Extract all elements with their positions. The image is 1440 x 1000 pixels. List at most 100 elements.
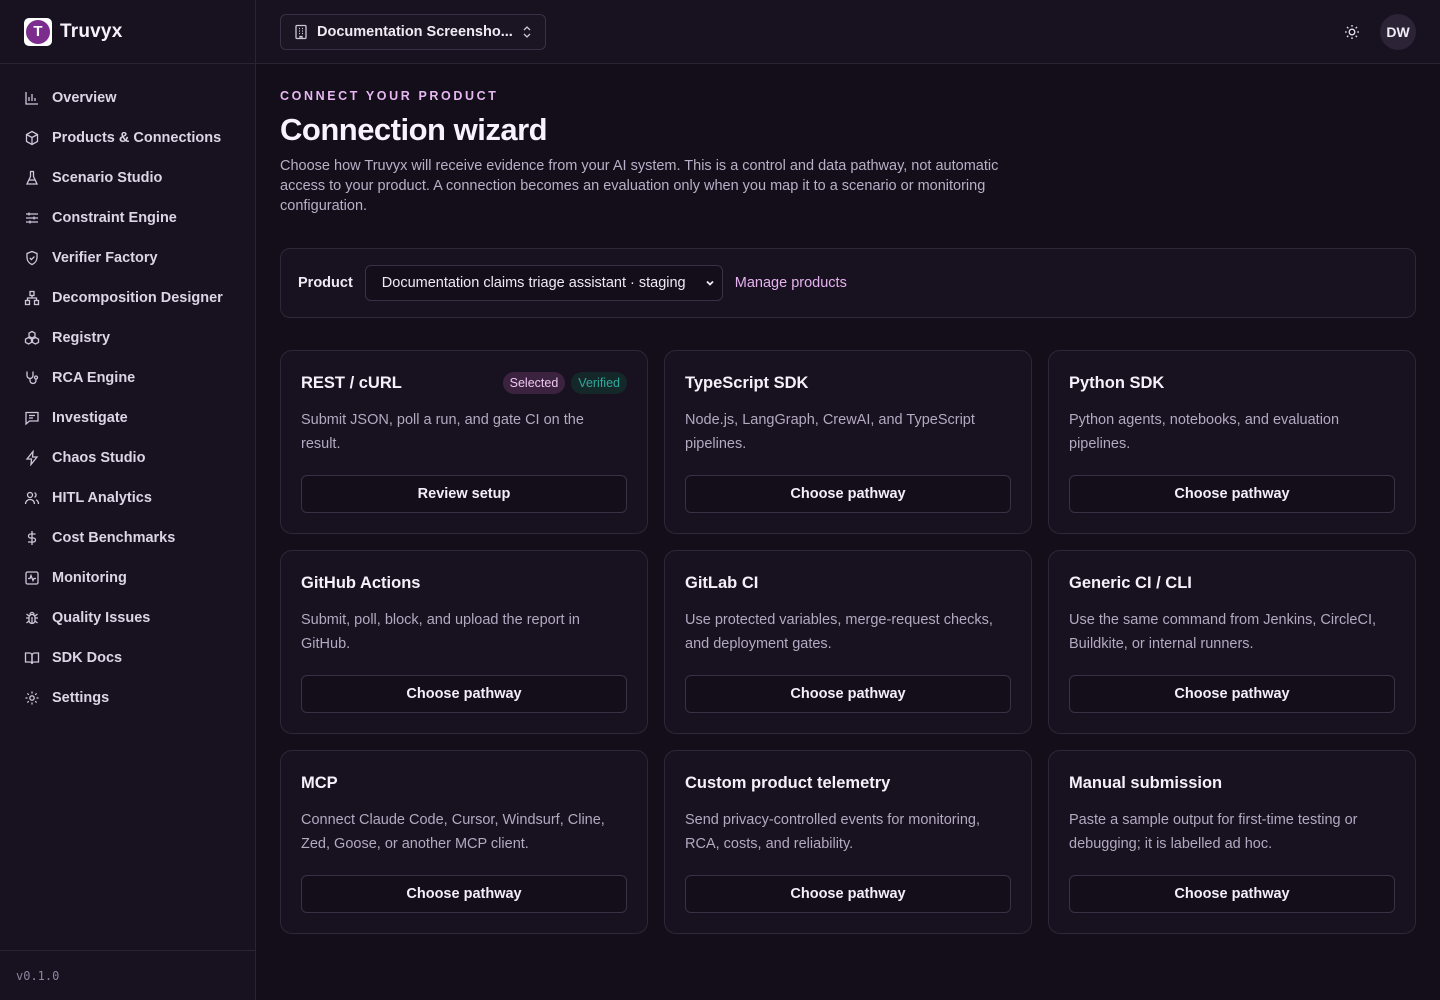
gear-icon [24,690,40,706]
pathway-card-custom-telemetry: Custom product telemetry Send privacy-co… [664,750,1032,934]
product-label: Product [298,275,353,291]
chevron-down-icon [704,277,716,289]
activity-icon [24,570,40,586]
sidebar-item-hitl-analytics[interactable]: HITL Analytics [0,478,255,518]
card-title: Python SDK [1069,374,1165,392]
stethoscope-icon [24,370,40,386]
page-title: Connection wizard [280,112,548,147]
shield-check-icon [24,250,40,266]
section-eyebrow: CONNECT YOUR PRODUCT [280,89,499,103]
page-description: Choose how Truvyx will receive evidence … [280,158,999,214]
brand[interactable]: T Truvyx [0,0,255,64]
card-description: Submit JSON, poll a run, and gate CI on … [301,412,584,452]
card-description: Submit, poll, block, and upload the repo… [301,612,580,652]
sidebar-item-label: SDK Docs [52,650,123,666]
network-icon [24,290,40,306]
card-title: GitLab CI [685,574,759,592]
sidebar-item-label: Products & Connections [52,130,222,146]
sidebar-item-label: RCA Engine [52,370,136,386]
choose-pathway-button[interactable]: Choose pathway [1069,875,1395,913]
sidebar-item-decomposition-designer[interactable]: Decomposition Designer [0,278,255,318]
card-title: GitHub Actions [301,574,421,592]
sidebar-item-constraint-engine[interactable]: Constraint Engine [0,198,255,238]
choose-pathway-button[interactable]: Choose pathway [301,675,627,713]
pathway-card-github-actions: GitHub Actions Submit, poll, block, and … [280,550,648,734]
sidebar-nav: Overview Products & Connections Scenario… [0,64,255,718]
sidebar-item-chaos-studio[interactable]: Chaos Studio [0,438,255,478]
sidebar-item-rca-engine[interactable]: RCA Engine [0,358,255,398]
manage-products-link[interactable]: Manage products [735,275,847,291]
selected-badge: Selected [502,372,566,394]
topbar: Documentation Screensho... DW [256,0,1440,64]
sidebar-item-label: Cost Benchmarks [52,530,176,546]
review-setup-button[interactable]: Review setup [301,475,627,513]
sidebar-item-products-connections[interactable]: Products & Connections [0,118,255,158]
sidebar-item-investigate[interactable]: Investigate [0,398,255,438]
card-description: Node.js, LangGraph, CrewAI, and TypeScri… [685,412,975,452]
sliders-icon [24,210,40,226]
sidebar-item-cost-benchmarks[interactable]: Cost Benchmarks [0,518,255,558]
pathway-card-mcp: MCP Connect Claude Code, Cursor, Windsur… [280,750,648,934]
chevron-up-down-icon [521,25,533,39]
sidebar-item-label: Scenario Studio [52,170,163,186]
verified-badge: Verified [571,372,627,394]
version-label: v0.1.0 [0,950,255,1000]
sidebar-item-settings[interactable]: Settings [0,678,255,718]
sidebar: T Truvyx Overview Products & Connections… [0,0,256,1000]
card-description: Paste a sample output for first-time tes… [1069,812,1358,852]
choose-pathway-button[interactable]: Choose pathway [1069,675,1395,713]
card-description: Connect Claude Code, Cursor, Windsurf, C… [301,812,605,852]
workspace-switcher[interactable]: Documentation Screensho... [280,14,546,50]
sidebar-item-overview[interactable]: Overview [0,78,255,118]
building-icon [293,24,309,40]
choose-pathway-button[interactable]: Choose pathway [685,675,1011,713]
sidebar-item-label: Decomposition Designer [52,290,223,306]
sidebar-item-scenario-studio[interactable]: Scenario Studio [0,158,255,198]
workspace-name: Documentation Screensho... [317,24,513,40]
choose-pathway-button[interactable]: Choose pathway [685,875,1011,913]
pathway-card-typescript-sdk: TypeScript SDK Node.js, LangGraph, CrewA… [664,350,1032,534]
sidebar-item-label: Investigate [52,410,128,426]
product-selector-bar: Product Documentation claims triage assi… [280,248,1416,318]
sidebar-item-label: Chaos Studio [52,450,146,466]
card-description: Python agents, notebooks, and evaluation… [1069,412,1340,452]
product-select-value: Documentation claims triage assistant · … [381,275,686,291]
brand-name: Truvyx [60,20,123,42]
dollar-icon [24,530,40,546]
pathway-card-generic-ci-cli: Generic CI / CLI Use the same command fr… [1048,550,1416,734]
pathway-card-manual-submission: Manual submission Paste a sample output … [1048,750,1416,934]
card-description: Send privacy-controlled events for monit… [685,812,980,852]
card-title: MCP [301,774,338,792]
sidebar-item-label: Registry [52,330,111,346]
sidebar-item-registry[interactable]: Registry [0,318,255,358]
card-title: REST / cURL [301,374,402,392]
card-badges: Selected Verified [502,372,627,394]
sidebar-item-label: Constraint Engine [52,210,177,226]
sidebar-item-label: HITL Analytics [52,490,152,506]
boxes-icon [24,330,40,346]
card-title: TypeScript SDK [685,374,809,392]
zap-icon [24,450,40,466]
sidebar-item-verifier-factory[interactable]: Verifier Factory [0,238,255,278]
card-description: Use protected variables, merge-request c… [685,612,993,652]
truvyx-logo-icon: T [24,17,52,46]
choose-pathway-button[interactable]: Choose pathway [1069,475,1395,513]
bar-chart-icon [24,90,40,106]
card-description: Use the same command from Jenkins, Circl… [1069,612,1377,652]
product-select[interactable]: Documentation claims triage assistant · … [364,265,723,301]
theme-toggle-sun-icon[interactable] [1342,22,1362,42]
choose-pathway-button[interactable]: Choose pathway [685,475,1011,513]
sidebar-item-label: Verifier Factory [52,250,158,266]
sidebar-item-label: Overview [52,90,117,106]
card-title: Generic CI / CLI [1069,574,1192,592]
sidebar-item-label: Monitoring [52,570,127,586]
avatar[interactable]: DW [1380,14,1416,50]
sidebar-item-monitoring[interactable]: Monitoring [0,558,255,598]
card-title: Custom product telemetry [685,774,891,792]
sidebar-item-label: Quality Issues [52,610,151,626]
package-icon [24,130,40,146]
card-title: Manual submission [1069,774,1223,792]
choose-pathway-button[interactable]: Choose pathway [301,875,627,913]
sidebar-item-sdk-docs[interactable]: SDK Docs [0,638,255,678]
sidebar-item-quality-issues[interactable]: Quality Issues [0,598,255,638]
